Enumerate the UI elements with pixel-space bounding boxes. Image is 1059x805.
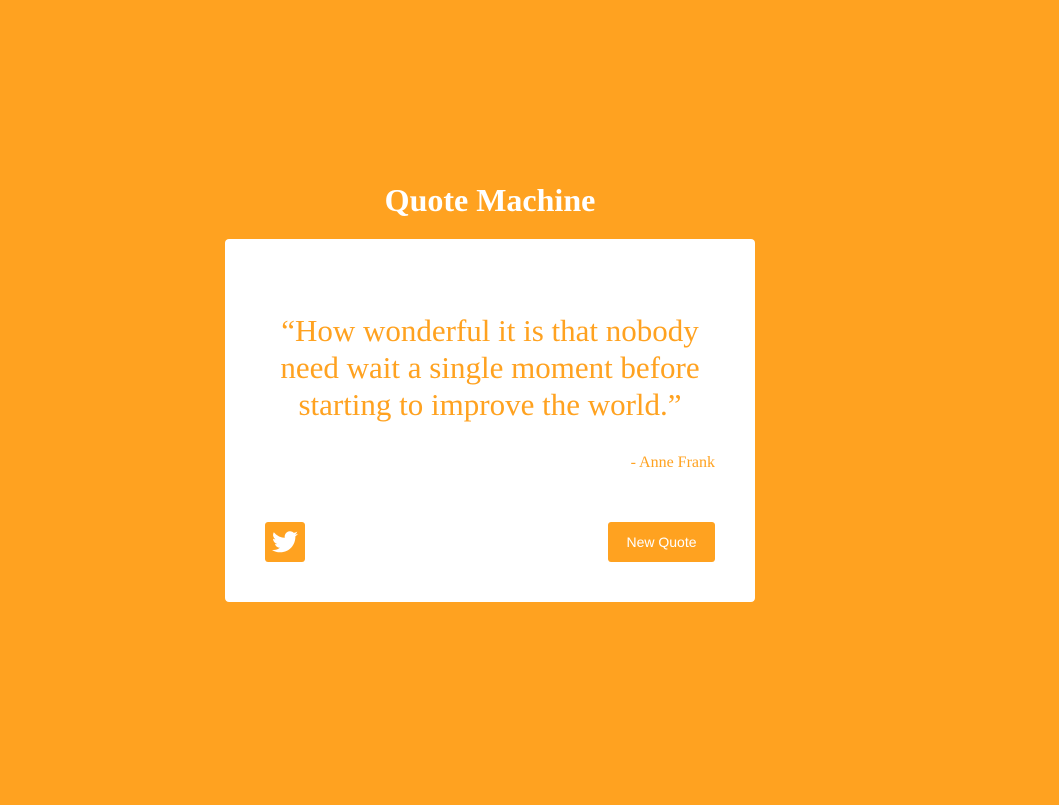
new-quote-button[interactable]: New Quote — [608, 522, 715, 562]
page-title: Quote Machine — [384, 182, 596, 218]
quote-box: “How wonderful it is that nobody need wa… — [225, 239, 755, 602]
quote-author: - Anne Frank — [630, 454, 715, 471]
tweet-quote-button[interactable] — [265, 522, 305, 562]
quote-text: “How wonderful it is that nobody need wa… — [280, 313, 700, 422]
twitter-icon — [272, 531, 298, 553]
